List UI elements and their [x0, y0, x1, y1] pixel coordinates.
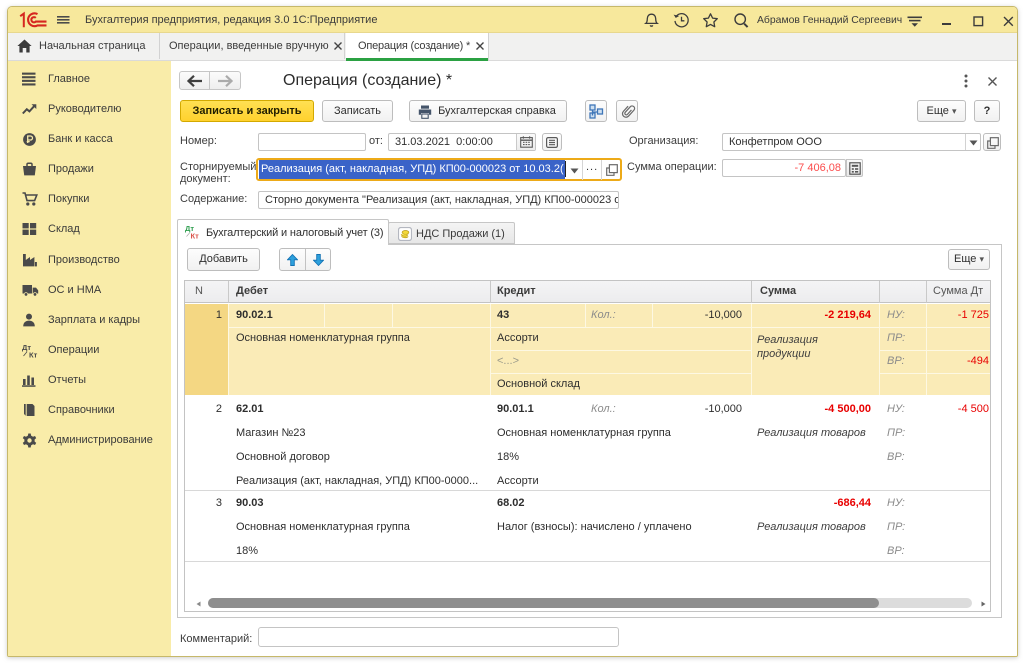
svg-text:Кт: Кт [29, 351, 38, 359]
svg-text:Кт: Кт [191, 232, 200, 240]
